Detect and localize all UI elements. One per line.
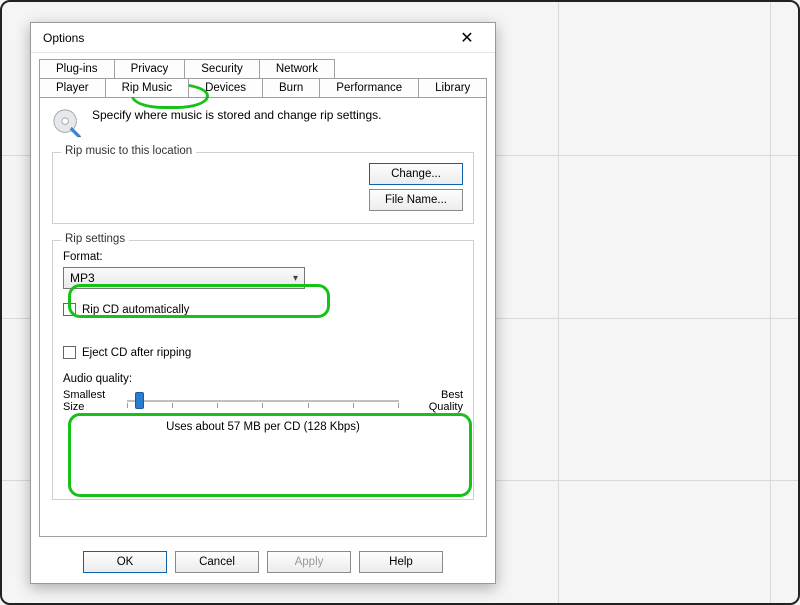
options-dialog: Options ✕ Plug-ins Privacy Security Netw… (30, 22, 496, 584)
titlebar: Options ✕ (31, 23, 495, 53)
tab-strip: Plug-ins Privacy Security Network Player… (31, 53, 495, 97)
rip-cd-icon (52, 108, 82, 138)
close-button[interactable]: ✕ (447, 26, 487, 50)
ok-button[interactable]: OK (83, 551, 167, 573)
audio-quality-section: Audio quality: Smallest Size Best Qualit… (63, 373, 463, 433)
tab-plugins[interactable]: Plug-ins (39, 59, 115, 78)
group-legend-location: Rip music to this location (61, 145, 196, 157)
checkbox-icon (63, 303, 76, 316)
rip-auto-checkbox[interactable]: Rip CD automatically (63, 303, 463, 316)
tab-player[interactable]: Player (39, 78, 106, 97)
chevron-down-icon: ▾ (293, 273, 298, 284)
help-button[interactable]: Help (359, 551, 443, 573)
format-value: MP3 (70, 271, 95, 285)
hint-text: Specify where music is stored and change… (92, 108, 381, 122)
apply-button[interactable]: Apply (267, 551, 351, 573)
close-icon: ✕ (460, 28, 473, 48)
tab-network[interactable]: Network (259, 59, 335, 78)
tab-rip-music[interactable]: Rip Music (105, 78, 189, 97)
group-rip-location: Rip music to this location Change... Fil… (52, 152, 474, 224)
tab-panel-rip-music: Specify where music is stored and change… (39, 97, 487, 537)
tab-security[interactable]: Security (184, 59, 260, 78)
tab-performance[interactable]: Performance (319, 78, 419, 97)
file-name-button[interactable]: File Name... (369, 189, 463, 211)
format-label: Format: (63, 251, 463, 263)
slider-max-label: Best Quality (407, 389, 463, 413)
eject-after-checkbox[interactable]: Eject CD after ripping (63, 346, 463, 359)
tab-privacy[interactable]: Privacy (114, 59, 186, 78)
dialog-title: Options (43, 31, 447, 45)
cancel-button[interactable]: Cancel (175, 551, 259, 573)
format-combo[interactable]: MP3 ▾ (63, 267, 305, 289)
tab-burn[interactable]: Burn (262, 78, 320, 97)
audio-quality-label: Audio quality: (63, 373, 463, 385)
dialog-button-row: OK Cancel Apply Help (31, 545, 495, 583)
tab-library[interactable]: Library (418, 78, 487, 97)
checkbox-icon (63, 346, 76, 359)
usage-text: Uses about 57 MB per CD (128 Kbps) (63, 421, 463, 433)
tab-devices[interactable]: Devices (188, 78, 263, 97)
slider-min-label: Smallest Size (63, 389, 119, 413)
group-rip-settings: Rip settings Format: MP3 ▾ Rip CD automa… (52, 240, 474, 500)
quality-slider[interactable] (127, 391, 399, 411)
change-button[interactable]: Change... (369, 163, 463, 185)
slider-thumb-icon (135, 392, 144, 409)
group-legend-settings: Rip settings (61, 233, 129, 245)
